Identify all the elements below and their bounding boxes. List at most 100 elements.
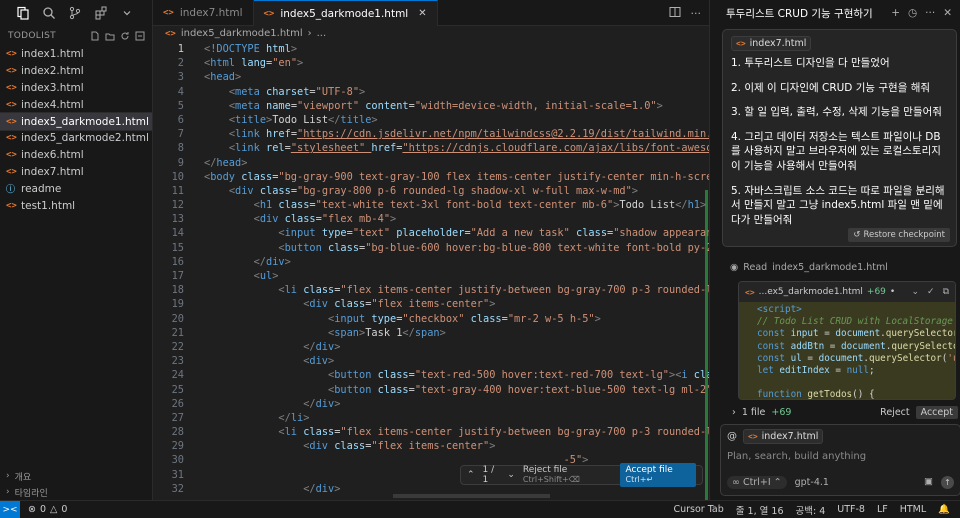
chat-title[interactable]: 투두리스트 CRUD 기능 구현하기 <box>726 6 873 21</box>
code-text: <title>Todo List</title> <box>228 113 378 126</box>
code-line[interactable]: 16 </div> <box>153 255 709 269</box>
code-line[interactable]: 18 <li class="flex items-center justify-… <box>153 283 709 297</box>
code-line[interactable]: 4 <meta charset="UTF-8"> <box>153 85 709 99</box>
image-icon[interactable]: ▣ <box>924 476 933 489</box>
indentation[interactable]: 공백: 4 <box>796 503 826 517</box>
code-line[interactable]: 12 <h1 class="text-white text-3xl font-b… <box>153 198 709 212</box>
user-message[interactable]: <> index7.html 1. 투두리스트 디자인을 다 만들었어 2. 이… <box>722 29 957 247</box>
notifications-icon[interactable]: 🔔 <box>938 504 950 515</box>
timeline-section[interactable]: › 타임라인 <box>0 484 152 500</box>
code-line[interactable]: 23 <div> <box>153 354 709 368</box>
code-line[interactable]: 27 </li> <box>153 411 709 425</box>
collapse-icon[interactable]: ⌄ <box>911 287 919 297</box>
file-name: readme <box>21 182 62 195</box>
new-file-icon[interactable] <box>89 30 101 42</box>
copy-icon[interactable]: ⧉ <box>943 287 949 297</box>
check-icon[interactable]: ✓ <box>927 287 935 297</box>
chevron-up-icon[interactable]: ⌃ <box>467 470 475 480</box>
files-icon[interactable] <box>14 4 32 22</box>
code-line[interactable]: 8 <link rel="stylesheet" href="https://c… <box>153 141 709 155</box>
tab-index7[interactable]: <> index7.html <box>153 0 254 26</box>
code-line[interactable]: 9 </head> <box>153 156 709 170</box>
read-file-step[interactable]: ◉ Read index5_darkmode1.html <box>730 262 888 273</box>
breadcrumb-file[interactable]: index5_darkmode1.html <box>181 28 303 39</box>
close-icon[interactable]: ✕ <box>418 8 426 19</box>
chat-input[interactable]: Plan, search, build anything <box>727 451 954 462</box>
file-item[interactable]: <> index3.html <box>0 80 152 97</box>
mode-selector[interactable]: ∞ Ctrl+I ⌃ <box>727 476 787 489</box>
more-actions-icon[interactable]: ··· <box>691 7 702 20</box>
tab-index5-darkmode1[interactable]: <> index5_darkmode1.html ✕ <box>253 0 438 26</box>
code-line[interactable]: 13 <div class="flex mb-4"> <box>153 212 709 226</box>
code-line[interactable]: 15 <button class="bg-blue-600 hover:bg-b… <box>153 241 709 255</box>
code-line[interactable]: 17 <ul> <box>153 269 709 283</box>
cursor-tab-status[interactable]: Cursor Tab <box>673 504 723 515</box>
code-line[interactable]: 10 <body class="bg-gray-900 text-gray-100… <box>153 170 709 184</box>
code-line[interactable]: 7 <link href="https://cdn.jsdelivr.net/n… <box>153 127 709 141</box>
problems-indicator[interactable]: ⊗ 0 △ 0 <box>28 504 67 515</box>
code-line[interactable]: 25 <button class="text-gray-400 hover:te… <box>153 383 709 397</box>
accept-button[interactable]: Accept <box>915 405 958 419</box>
encoding[interactable]: UTF-8 <box>837 504 865 515</box>
source-control-icon[interactable] <box>66 4 84 22</box>
attached-file-chip[interactable]: <> index7.html <box>731 36 812 51</box>
reject-file-button[interactable]: Reject file Ctrl+Shift+⌫ <box>523 465 610 485</box>
new-folder-icon[interactable] <box>104 30 116 42</box>
code-line[interactable]: 21 <span>Task 1</span> <box>153 326 709 340</box>
cursor-position[interactable]: 줄 1, 열 16 <box>736 503 784 517</box>
code-line[interactable]: 14 <input type="text" placeholder="Add a… <box>153 226 709 240</box>
restore-checkpoint-button[interactable]: ↺ Restore checkpoint <box>848 228 950 242</box>
code-line[interactable]: 1 <!DOCTYPE html> <box>153 42 709 56</box>
file-item[interactable]: <> index7.html <box>0 164 152 181</box>
file-item[interactable]: ⓘ readme <box>0 180 152 197</box>
file-item[interactable]: <> index5_darkmode1.html <box>0 112 153 131</box>
plus-icon[interactable]: + <box>891 7 900 19</box>
remote-button[interactable]: >< <box>0 500 20 518</box>
code-line[interactable]: 20 <input type="checkbox" class="mr-2 w-… <box>153 312 709 326</box>
send-icon[interactable]: ↑ <box>941 476 954 489</box>
code-line[interactable]: 22 </div> <box>153 340 709 354</box>
code-line[interactable]: 28 <li class="flex items-center justify-… <box>153 425 709 439</box>
outline-section[interactable]: › 개요 <box>0 468 152 484</box>
breadcrumb-symbol[interactable]: ... <box>317 28 327 39</box>
file-item[interactable]: <> index6.html <box>0 147 152 164</box>
context-file-chip[interactable]: <> index7.html <box>743 429 824 444</box>
file-item[interactable]: <> index1.html <box>0 46 152 63</box>
restore-icon: ↺ <box>853 230 861 240</box>
file-item[interactable]: <> test1.html <box>0 197 152 214</box>
explorer-section-header[interactable]: TODOLIST <box>0 26 152 46</box>
code-editor[interactable]: 1 <!DOCTYPE html> 2 <html lang="en"> 3 <head>… <box>153 42 709 502</box>
split-editor-icon[interactable] <box>669 6 681 21</box>
file-item[interactable]: <> index2.html <box>0 63 152 80</box>
code-line[interactable]: 11 <div class="bg-gray-800 p-6 rounded-l… <box>153 184 709 198</box>
code-line[interactable]: 3 <head> <box>153 70 709 84</box>
code-line[interactable]: 19 <div class="flex items-center"> <box>153 297 709 311</box>
language-mode[interactable]: HTML <box>900 504 926 515</box>
line-number: 26 <box>171 397 184 410</box>
chevron-right-icon[interactable]: › <box>732 407 736 418</box>
code-line[interactable]: 2 <html lang="en"> <box>153 56 709 70</box>
diff-card-header[interactable]: <> ...ex5_darkmode1.html +69 • ⌄ ✓ ⧉ <box>739 282 955 302</box>
reject-button[interactable]: Reject <box>880 407 909 418</box>
history-icon[interactable]: ◷ <box>908 7 917 19</box>
refresh-icon[interactable] <box>119 30 131 42</box>
model-selector[interactable]: gpt-4.1 <box>795 477 829 488</box>
code-line[interactable]: 24 <button class="text-red-500 hover:tex… <box>153 368 709 382</box>
code-line[interactable]: 26 </div> <box>153 397 709 411</box>
code-line[interactable]: 6 <title>Todo List</title> <box>153 113 709 127</box>
more-icon[interactable]: ··· <box>925 7 935 19</box>
accept-file-button[interactable]: Accept file Ctrl+↵ <box>619 463 696 487</box>
file-item[interactable]: <> index4.html <box>0 96 152 113</box>
mention-button[interactable]: @ <box>727 431 737 442</box>
search-icon[interactable] <box>40 4 58 22</box>
collapse-all-icon[interactable] <box>134 30 146 42</box>
code-line[interactable]: 29 <div class="flex items-center"> <box>153 439 709 453</box>
horizontal-scrollbar[interactable] <box>393 494 550 498</box>
extensions-icon[interactable] <box>92 4 110 22</box>
chevron-down-icon[interactable] <box>118 4 136 22</box>
code-line[interactable]: 5 <meta name="viewport" content="width=d… <box>153 99 709 113</box>
close-icon[interactable]: ✕ <box>943 7 952 19</box>
chevron-down-icon[interactable]: ⌄ <box>507 470 515 480</box>
line-ending[interactable]: LF <box>877 504 888 515</box>
file-item[interactable]: <> index5_darkmode2.html <box>0 130 152 147</box>
